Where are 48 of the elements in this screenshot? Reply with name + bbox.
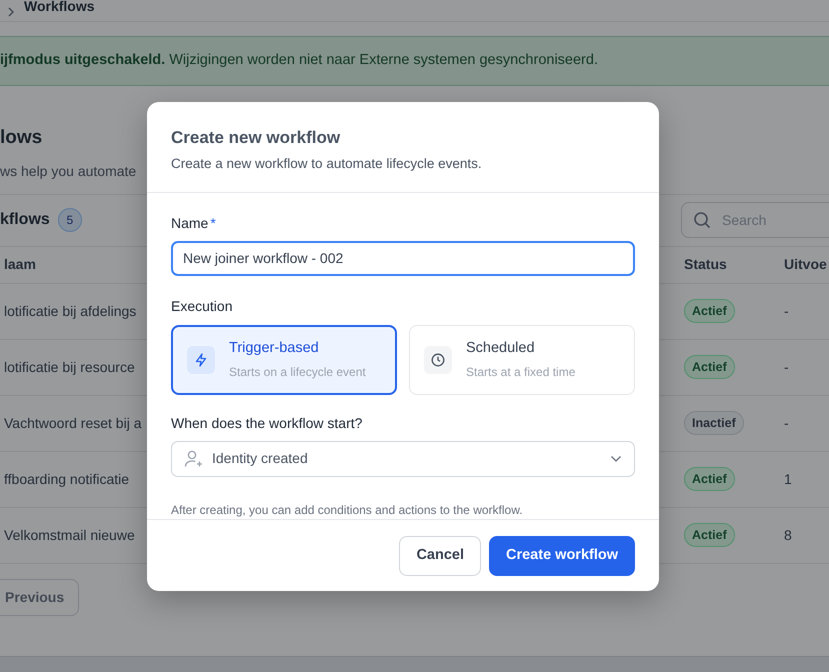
search-icon: [693, 211, 711, 229]
bolt-icon: [194, 352, 208, 367]
table-cell: Velkomstmail nieuwe: [4, 526, 135, 542]
clock-icon: [431, 352, 445, 367]
field-label: Execution: [171, 296, 234, 316]
modal-subtitle: Create a new workflow to automate lifecycle events.: [171, 155, 483, 174]
cancel-button[interactable]: Cancel: [399, 536, 481, 576]
page-subtitle: ws help you automate: [0, 162, 136, 181]
table-cell: -: [784, 414, 789, 430]
chevron-icon: [8, 7, 14, 17]
name-field[interactable]: New joiner workflow - 002: [171, 240, 635, 276]
execution-option[interactable]: Trigger-based Starts on a lifecycle event: [171, 324, 397, 395]
user-plus-icon: [184, 450, 204, 468]
status-badge: Inactief: [684, 410, 744, 436]
create-button[interactable]: Create workflow: [489, 536, 635, 576]
helper-text: After creating, you can add conditions and actions to the workflow.: [171, 502, 524, 519]
field-label: When does the workflow start?: [171, 414, 364, 433]
status-badge: Actief: [684, 466, 735, 492]
column-header: laam: [4, 256, 36, 272]
column-header: Status: [684, 256, 727, 272]
breadcrumb-link[interactable]: Workflows: [24, 0, 95, 17]
table-cell: lotificatie bij resource: [4, 358, 135, 374]
table-cell: -: [784, 358, 789, 374]
search-field[interactable]: Search: [681, 202, 829, 238]
count-badge: 5: [58, 208, 82, 232]
option-description: Starts on a lifecycle event: [229, 364, 366, 382]
status-badge: Actief: [684, 522, 735, 548]
table-cell: 8: [784, 526, 792, 542]
field-label: Name: [171, 214, 208, 231]
modal-title: Create new workflow: [171, 128, 342, 148]
chevron-down-icon: [610, 454, 622, 463]
page-title: lows: [0, 126, 42, 150]
trigger-select[interactable]: Identity created: [171, 440, 635, 477]
status-badge: Actief: [684, 354, 735, 380]
table-cell: Vachtwoord reset bij a: [4, 414, 142, 430]
required-mark: *: [210, 214, 216, 231]
option-description: Starts at a fixed time: [466, 364, 576, 382]
alert-message: ijfmodus uitgeschakeld. Wijzigingen worden niet naar Externe systemen gesynchroniseerd.: [0, 51, 598, 70]
option-title: Scheduled: [466, 339, 536, 358]
option-title: Trigger-based: [229, 339, 320, 358]
execution-option[interactable]: Scheduled Starts at a fixed time: [409, 324, 635, 395]
table-cell: lotificatie bij afdelings: [4, 302, 136, 318]
list-title: kflows: [0, 211, 50, 228]
table-cell: ffboarding notificatie: [4, 470, 130, 486]
status-badge: Actief: [684, 298, 735, 324]
table-cell: 1: [784, 470, 792, 486]
table-cell: -: [784, 302, 789, 318]
column-header: Uitvoe: [784, 256, 827, 272]
